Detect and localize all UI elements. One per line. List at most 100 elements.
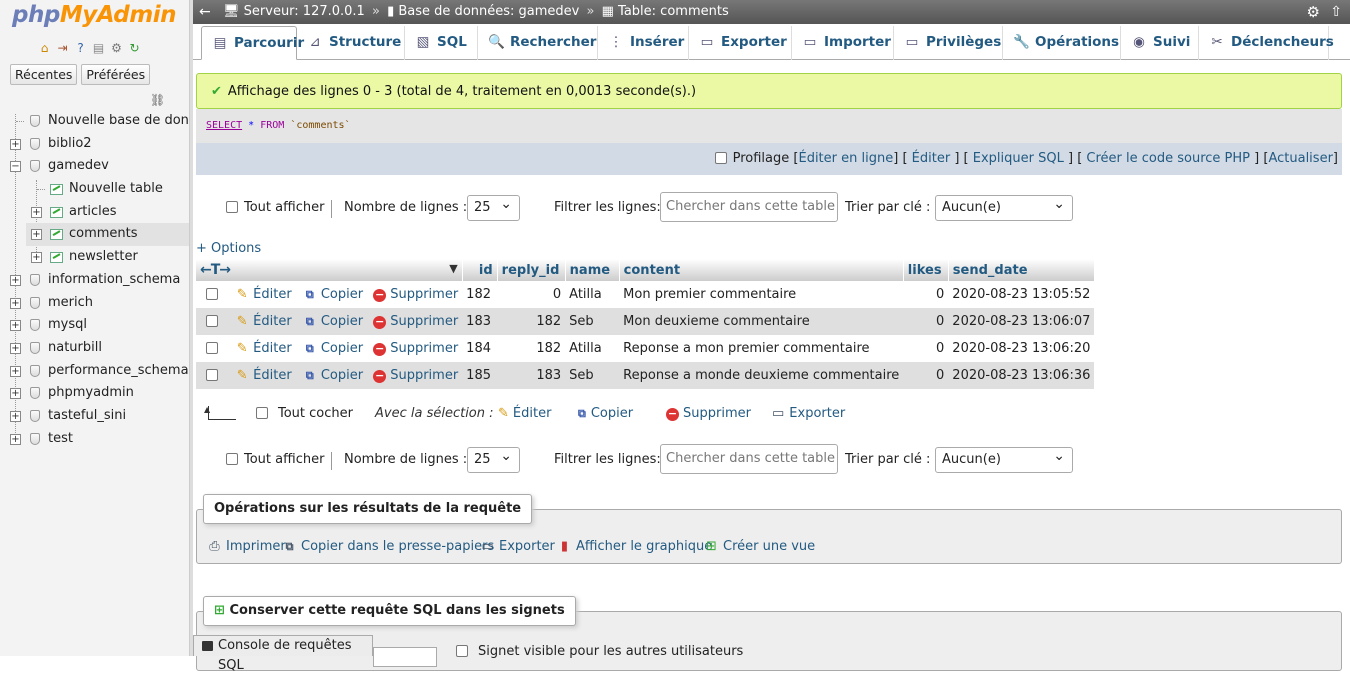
help-icon[interactable]: ? [73,41,88,56]
sort-by-key-select[interactable]: Aucun(e) [935,192,1073,221]
phpmyadmin-logo[interactable]: phpMyAdmin [12,2,176,28]
expand-icon[interactable]: + [10,297,21,309]
options-link[interactable]: + Options [196,241,261,256]
column-header-reply-id[interactable]: reply_id [497,259,566,281]
row-edit-link[interactable]: ✎ Éditer [234,341,292,356]
column-header-id[interactable]: id [462,259,498,281]
tree-item-database[interactable]: + information_schema [0,269,189,292]
with-selected-copy-button[interactable]: ⧉ Copier [578,400,633,428]
collapse-icon[interactable]: − [10,161,21,173]
tab-search[interactable]: 🔍 Rechercher [478,26,598,60]
tree-item-table[interactable]: + newsletter [0,246,189,269]
expand-columns-arrows-icon[interactable]: ←T→ [200,262,231,278]
breadcrumb-table[interactable]: Table: comments [618,4,729,19]
rows-per-page-select[interactable]: 25 [467,444,520,473]
sql-console-toggle[interactable]: Console de requêtes SQL [193,635,373,673]
column-header-content[interactable]: content [619,259,904,281]
expand-icon[interactable]: + [10,342,21,354]
tree-item-database[interactable]: + phpmyadmin [0,382,189,405]
show-all-toggle[interactable]: Tout afficher [226,443,324,477]
home-icon[interactable]: ⌂ [37,41,52,56]
column-header-send-date[interactable]: send_date [948,259,1095,281]
expand-icon[interactable]: + [10,138,21,150]
show-all-toggle[interactable]: Tout afficher [226,191,324,225]
filter-rows-input[interactable]: Chercher dans cette table [660,192,838,222]
filter-rows-input[interactable]: Chercher dans cette table [660,444,838,474]
refresh-link[interactable]: Actualiser [1268,151,1332,166]
column-header-name[interactable]: name [565,259,620,281]
tab-structure[interactable]: ⊿ Structure [297,26,405,60]
row-edit-link[interactable]: ✎ Éditer [234,368,292,383]
row-delete-link[interactable]: − Supprimer [373,368,458,383]
tab-triggers[interactable]: ✂ Déclencheurs [1199,26,1334,60]
row-copy-link[interactable]: ⧉ Copier [302,287,363,302]
rows-per-page-select[interactable]: 25 [467,192,520,221]
row-copy-link[interactable]: ⧉ Copier [302,314,363,329]
row-edit-link[interactable]: ✎ Éditer [234,314,292,329]
edit-query-link[interactable]: Éditer [912,151,951,166]
tree-item-database[interactable]: + test [0,428,189,451]
column-header-likes[interactable]: likes [903,259,949,281]
profiling-checkbox[interactable] [714,151,727,164]
row-checkbox[interactable] [206,368,218,381]
explain-sql-link[interactable]: Expliquer SQL [973,151,1064,166]
row-delete-link[interactable]: − Supprimer [373,314,458,329]
tab-sql[interactable]: ▧ SQL [405,26,478,60]
row-delete-link[interactable]: − Supprimer [373,341,458,356]
breadcrumb-server[interactable]: Serveur: 127.0.0.1 [244,4,365,19]
breadcrumb-database[interactable]: Base de données: gamedev [398,4,579,19]
bookmark-label-input[interactable] [373,647,437,667]
display-chart-link[interactable]: ▮ Afficher le graphique [557,535,712,559]
check-all-toggle[interactable]: Tout cocher [256,400,353,428]
tree-item-database[interactable]: − gamedev [0,155,189,178]
tree-item-table[interactable]: + articles [0,201,189,224]
bookmark-visible-toggle[interactable]: Signet visible pour les autres utilisate… [456,642,743,662]
tree-item-database[interactable]: + mysql [0,314,189,337]
column-menu-dropdown-icon[interactable]: ▼ [449,262,457,275]
show-all-checkbox[interactable] [226,200,238,213]
tree-item-new-table[interactable]: Nouvelle table [0,178,189,201]
tree-item-database[interactable]: + naturbill [0,337,189,360]
row-checkbox[interactable] [206,287,218,300]
row-edit-link[interactable]: ✎ Éditer [234,287,292,302]
row-checkbox[interactable] [206,341,218,354]
tree-item-database[interactable]: + merich [0,292,189,315]
settings-icon[interactable]: ⚙ [109,41,124,56]
tree-item-database[interactable]: + performance_schema [0,360,189,383]
tab-browse[interactable]: ▤ Parcourir [201,26,304,60]
sort-by-key-select[interactable]: Aucun(e) [935,444,1073,473]
row-checkbox[interactable] [206,314,218,327]
settings-gear-icon[interactable]: ⚙ [1307,0,1320,24]
recent-button[interactable]: Récentes [10,64,78,85]
row-copy-link[interactable]: ⧉ Copier [302,341,363,356]
expand-icon[interactable]: + [10,410,21,422]
with-selected-delete-button[interactable]: − Supprimer [666,400,751,428]
sidebar-resize-handle[interactable] [190,0,193,656]
favorites-button[interactable]: Préférées [81,64,151,85]
expand-icon[interactable]: + [31,206,42,218]
tab-tracking[interactable]: ◉ Suivi [1121,26,1199,60]
with-selected-export-button[interactable]: ▭ Exporter [772,400,845,428]
expand-icon[interactable]: + [31,252,42,264]
logout-icon[interactable]: ⇥ [55,41,70,56]
with-selected-edit-button[interactable]: ✎ Éditer [498,400,551,428]
tree-item-database[interactable]: + biblio2 [0,133,189,156]
expand-icon[interactable]: + [10,320,21,332]
export-results-link[interactable]: ▭ Exporter [480,535,555,559]
expand-icon[interactable]: + [10,433,21,445]
edit-inline-link[interactable]: Éditer en ligne [798,151,893,166]
check-all-checkbox[interactable] [256,406,268,419]
print-link[interactable]: ⎙ Imprimer [207,535,285,559]
tab-import[interactable]: ▭ Importer [792,26,894,60]
expand-icon[interactable]: + [10,388,21,400]
scroll-top-icon[interactable]: ⇧ [1330,0,1342,24]
copy-clipboard-link[interactable]: ⧉ Copier dans le presse-papiers [282,535,495,559]
tree-item-new-database[interactable]: Nouvelle base de donné [0,110,189,133]
tab-privileges[interactable]: ▭ Privilèges [894,26,1003,60]
expand-icon[interactable]: + [31,229,42,241]
create-view-link[interactable]: ⊞ Créer une vue [704,535,815,559]
create-php-code-link[interactable]: Créer le code source PHP [1086,151,1250,166]
reload-icon[interactable]: ↻ [127,41,142,56]
expand-icon[interactable]: + [10,274,21,286]
row-delete-link[interactable]: − Supprimer [373,287,458,302]
